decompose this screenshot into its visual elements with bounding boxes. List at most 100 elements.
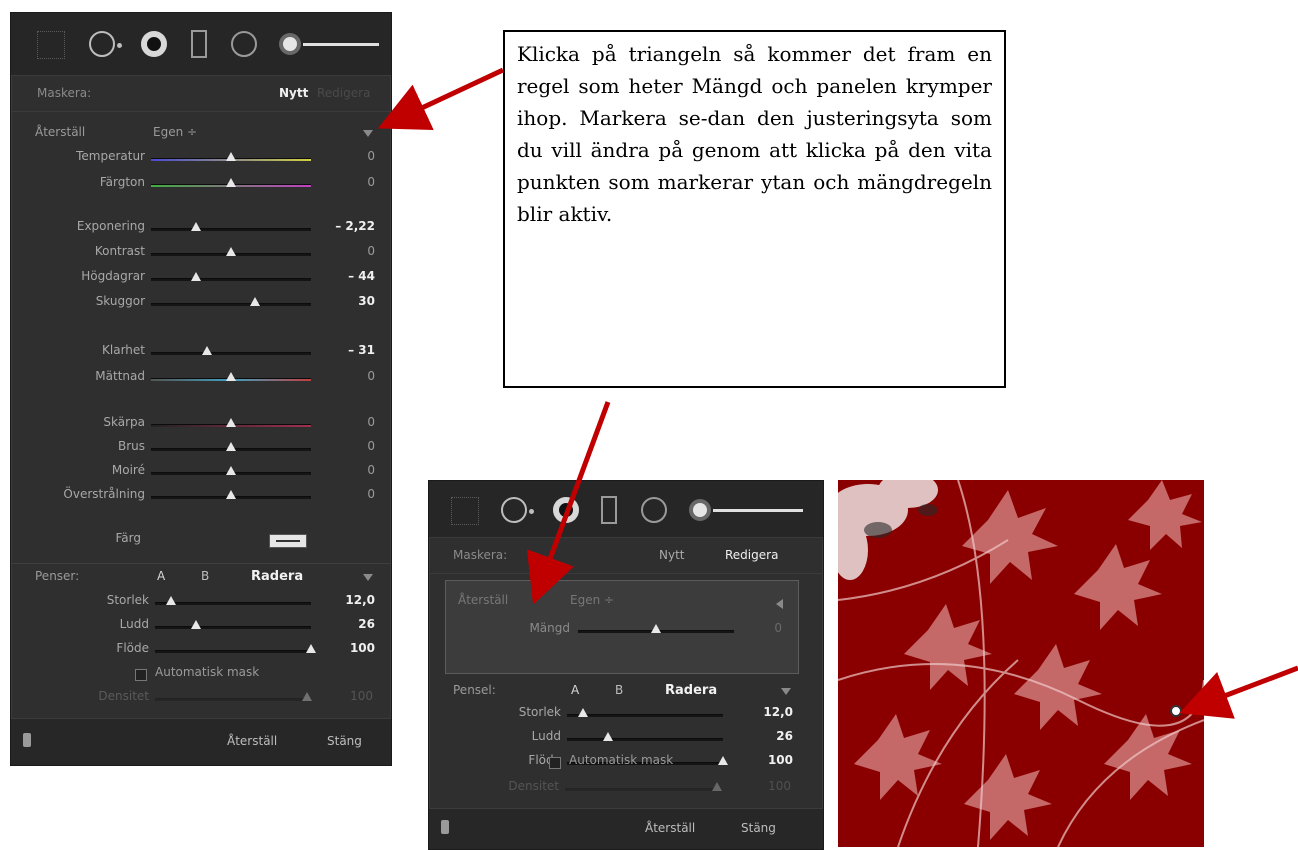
separator xyxy=(11,563,391,564)
density-label: Densitet xyxy=(98,689,149,703)
slider-label: Högdagrar xyxy=(81,269,145,283)
effect-section-active: Återställ Egen ÷ Mängd 0 xyxy=(445,580,799,674)
slider-value: – 44 xyxy=(348,269,375,283)
adjustment-pin-dot[interactable] xyxy=(1170,705,1182,717)
radial-filter-icon[interactable] xyxy=(231,31,257,57)
graduated-filter-icon[interactable] xyxy=(191,30,207,58)
crop-overlay-icon[interactable] xyxy=(37,31,65,59)
arrow-to-pin xyxy=(1179,665,1298,719)
preset-dropdown[interactable]: Egen ÷ xyxy=(153,125,197,139)
tool-slider[interactable] xyxy=(303,43,379,46)
foliage-image xyxy=(838,480,1204,847)
preset-dropdown[interactable]: Egen ÷ xyxy=(570,593,614,607)
slider-knob[interactable] xyxy=(226,247,236,256)
panel-switch-icon[interactable] xyxy=(23,733,31,747)
slider-knob[interactable] xyxy=(226,178,236,187)
slider-track[interactable] xyxy=(151,278,311,281)
slider-knob[interactable] xyxy=(226,152,236,161)
slider-track[interactable] xyxy=(151,352,311,355)
slider-knob[interactable] xyxy=(190,222,201,231)
red-eye-icon[interactable] xyxy=(553,497,579,523)
mask-label: Maskera: xyxy=(453,548,508,562)
radial-filter-icon[interactable] xyxy=(641,497,667,523)
collapse-triangle-icon[interactable] xyxy=(363,130,373,137)
slider-row: Skuggor 30 xyxy=(11,294,391,316)
color-swatch[interactable] xyxy=(269,534,307,548)
spot-removal-icon[interactable] xyxy=(89,31,115,57)
slider-knob[interactable] xyxy=(226,372,236,381)
density-track[interactable] xyxy=(565,788,721,791)
brush-collapse-triangle-icon[interactable] xyxy=(781,688,791,695)
slider-knob[interactable] xyxy=(250,297,260,306)
slider-row: Storlek 12,0 xyxy=(429,705,823,727)
slider-knob[interactable] xyxy=(226,490,236,499)
adjustment-brush-icon[interactable] xyxy=(693,503,707,517)
slider-track[interactable] xyxy=(567,714,723,717)
slider-label: Ludd xyxy=(531,729,561,743)
slider-knob[interactable] xyxy=(190,620,201,629)
slider-label: Exponering xyxy=(76,219,145,233)
brush-a-button[interactable]: A xyxy=(157,569,165,583)
tool-slider[interactable] xyxy=(713,509,803,512)
slider-knob[interactable] xyxy=(202,346,212,355)
brush-a-button[interactable]: A xyxy=(571,683,579,697)
brush-erase-button[interactable]: Radera xyxy=(251,569,303,584)
footer-reset-button[interactable]: Återställ xyxy=(227,734,277,748)
slider-value: 30 xyxy=(358,294,375,308)
spot-removal-icon[interactable] xyxy=(501,497,527,523)
footer-close-button[interactable]: Stäng xyxy=(327,734,362,748)
expand-triangle-icon[interactable] xyxy=(776,599,783,609)
slider-track[interactable] xyxy=(567,738,723,741)
mask-edit-button[interactable]: Redigera xyxy=(317,86,370,100)
mask-edit-button[interactable]: Redigera xyxy=(725,548,778,562)
auto-mask-row: Automatisk mask xyxy=(429,753,823,775)
slider-track[interactable] xyxy=(155,602,311,605)
amount-knob[interactable] xyxy=(651,624,661,633)
density-label: Densitet xyxy=(508,779,559,793)
panel-switch-icon[interactable] xyxy=(441,820,449,834)
mask-new-button[interactable]: Nytt xyxy=(659,548,685,562)
auto-mask-checkbox[interactable] xyxy=(549,757,561,769)
auto-mask-checkbox[interactable] xyxy=(135,669,147,681)
slider-knob[interactable] xyxy=(165,596,176,605)
slider-value: 100 xyxy=(349,641,375,655)
reset-effect-label[interactable]: Återställ xyxy=(35,125,85,139)
slider-track[interactable] xyxy=(151,303,311,306)
slider-knob[interactable] xyxy=(226,466,236,475)
slider-knob[interactable] xyxy=(226,418,236,427)
graduated-filter-icon[interactable] xyxy=(601,496,617,524)
mask-new-button[interactable]: Nytt xyxy=(279,86,308,100)
masked-photo-preview xyxy=(838,480,1204,847)
density-knob[interactable] xyxy=(302,692,312,701)
crop-overlay-icon[interactable] xyxy=(451,497,479,525)
footer-reset-button[interactable]: Återställ xyxy=(645,821,695,835)
slider-knob[interactable] xyxy=(602,732,613,741)
slider-value: 12,0 xyxy=(763,705,793,719)
brush-b-button[interactable]: B xyxy=(201,569,209,583)
density-value: 100 xyxy=(768,779,791,793)
red-eye-icon[interactable] xyxy=(141,31,167,57)
slider-knob[interactable] xyxy=(190,272,201,281)
slider-track[interactable] xyxy=(151,228,311,231)
brush-erase-button[interactable]: Radera xyxy=(665,683,717,698)
slider-value: – 2,22 xyxy=(335,219,375,233)
slider-track[interactable] xyxy=(155,626,311,629)
brush-b-button[interactable]: B xyxy=(615,683,623,697)
slider-value: – 31 xyxy=(348,343,375,357)
instruction-callout: Klicka på triangeln så kommer det fram e… xyxy=(503,30,1006,388)
reset-effect-label[interactable]: Återställ xyxy=(458,593,508,607)
density-knob[interactable] xyxy=(712,782,722,791)
slider-row: Färgton 0 xyxy=(11,175,391,197)
slider-knob[interactable] xyxy=(226,442,236,451)
density-track[interactable] xyxy=(155,698,311,701)
mask-header: Maskera: Nytt Redigera xyxy=(11,75,391,112)
slider-label: Storlek xyxy=(106,593,149,607)
slider-track[interactable] xyxy=(155,650,311,653)
slider-row: Flöde 100 xyxy=(11,641,391,663)
adjustment-brush-icon[interactable] xyxy=(283,37,297,51)
slider-knob[interactable] xyxy=(306,644,316,653)
slider-knob[interactable] xyxy=(577,708,588,717)
slider-value: 0 xyxy=(367,149,375,163)
footer-close-button[interactable]: Stäng xyxy=(741,821,776,835)
brush-collapse-triangle-icon[interactable] xyxy=(363,574,373,581)
